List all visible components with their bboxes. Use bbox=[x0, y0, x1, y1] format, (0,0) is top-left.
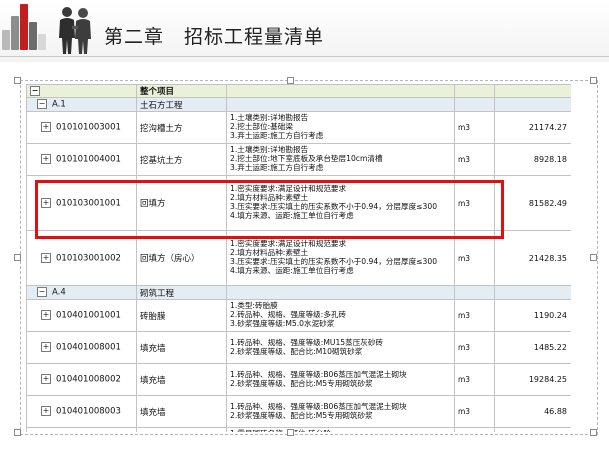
section-code: A.1 bbox=[52, 99, 66, 110]
expand-icon[interactable]: + bbox=[41, 374, 51, 385]
item-code: 010401008001 bbox=[56, 342, 121, 353]
item-description: 1.砖品种、规格、强度等级:B06蒸压加气混泥土砌块 2.砂浆强度等级、配合比:M… bbox=[226, 395, 455, 428]
item-name: 填充墙 bbox=[136, 395, 227, 428]
item-quantity: 46.88 bbox=[494, 395, 571, 428]
item-unit: m3 bbox=[454, 427, 495, 432]
item-description: 1.类型:砖胎膜 2.砖品种、规格、强度等级:多孔砖 3.砂浆强度等级:M5.0水泥… bbox=[226, 299, 455, 332]
collapse-icon[interactable]: − bbox=[37, 287, 47, 298]
description-line: 1.零星砌砖名称、部位:砖台阶 bbox=[230, 429, 451, 432]
quantities-table: − 整个项目 − A.1 土石方工程 +010101003001 挖沟槽土方 1.土壤类别… bbox=[26, 84, 571, 432]
description-line: 3.砂浆强度等级:M5.0水泥砂浆 bbox=[230, 318, 335, 328]
item-description: 1.土壤类别:详地勘报告 2.挖土部位:基础梁 3.弃土运距:施工方自行考虑 bbox=[226, 111, 455, 144]
section-row[interactable]: − A.1 土石方工程 bbox=[26, 97, 571, 112]
item-unit: m3 bbox=[454, 331, 495, 364]
resize-handle[interactable] bbox=[287, 429, 294, 436]
description-line: 3.弃土运距:施工方自行考虑 bbox=[230, 130, 324, 140]
item-quantity: 18.7 bbox=[494, 427, 571, 432]
item-quantity: 1485.22 bbox=[494, 331, 571, 364]
item-unit: m3 bbox=[454, 395, 495, 428]
bar-graphic-segment bbox=[11, 16, 19, 50]
item-description: 1.零星砌砖名称、部位:砖台阶2.砖品种、规格、强度等级:蒸压灰砂砖3.砂浆强度… bbox=[226, 427, 455, 432]
table-header-row: − 整个项目 bbox=[26, 84, 571, 98]
item-name: 挖基坑土方 bbox=[136, 143, 227, 176]
resize-handle[interactable] bbox=[287, 77, 294, 84]
item-name: 填充墙 bbox=[136, 363, 227, 396]
item-code: 010103001002 bbox=[56, 253, 121, 264]
section-row[interactable]: − A.4 砌筑工程 bbox=[26, 285, 571, 300]
item-quantity: 21428.35 bbox=[494, 230, 571, 286]
table-row[interactable]: +010101003001 挖沟槽土方 1.土壤类别:详地勘报告 2.挖土部位:基础梁… bbox=[26, 111, 571, 144]
item-quantity: 1190.24 bbox=[494, 299, 571, 332]
item-name: 零星砌砖 bbox=[136, 427, 227, 432]
section-code: A.4 bbox=[52, 287, 66, 298]
resize-handle[interactable] bbox=[14, 429, 21, 436]
item-description: 1.砖品种、规格、强度等级:B06蒸压加气混泥土砌块 2.砂浆强度等级、配合比:M… bbox=[226, 363, 455, 396]
description-line: 3.弃土运距:施工方自行考虑 bbox=[230, 162, 324, 172]
item-description: 1.砖品种、规格、强度等级:MU15蒸压灰砂砖 2.砂浆强度等级、配合比:M10砌… bbox=[226, 331, 455, 364]
businessmen-icon bbox=[59, 7, 91, 54]
table-row[interactable]: +010401001001 砖胎膜 1.类型:砖胎膜 2.砖品种、规格、强度等级:多孔… bbox=[26, 299, 571, 332]
top-label: 整个项目 bbox=[136, 84, 227, 98]
expand-icon[interactable]: + bbox=[41, 154, 51, 165]
item-quantity: 81582.49 bbox=[494, 175, 571, 231]
description-line: 4.填方来源、运距:施工单位自行考虑 bbox=[230, 265, 354, 275]
item-unit: m3 bbox=[454, 363, 495, 396]
description-line: 2.砂浆强度等级、配合比:M5专用砌筑砂浆 bbox=[230, 378, 373, 388]
resize-handle[interactable] bbox=[14, 254, 21, 261]
bar-graphic-segment bbox=[20, 4, 28, 50]
header-divider bbox=[0, 56, 609, 57]
collapse-icon[interactable]: − bbox=[37, 99, 47, 110]
collapse-icon[interactable]: − bbox=[30, 85, 40, 96]
highlight-box bbox=[35, 180, 504, 239]
item-code: 010401001001 bbox=[56, 310, 121, 321]
resize-handle[interactable] bbox=[590, 254, 597, 261]
item-name: 挖沟槽土方 bbox=[136, 111, 227, 144]
expand-icon[interactable]: + bbox=[41, 342, 51, 353]
slide-header: 第二章 招标工程量清单 bbox=[0, 0, 609, 62]
expand-icon[interactable]: + bbox=[41, 310, 51, 321]
resize-handle[interactable] bbox=[14, 77, 21, 84]
item-unit: m3 bbox=[454, 299, 495, 332]
table-row[interactable]: +010401008002 填充墙 1.砖品种、规格、强度等级:B06蒸压加气混泥土… bbox=[26, 363, 571, 396]
item-code: 010101003001 bbox=[56, 122, 121, 133]
table-row[interactable]: +010101004001 挖基坑土方 1.土壤类别:详地勘报告 2.挖土部位:地下室… bbox=[26, 143, 571, 176]
bar-graphic-segment bbox=[2, 30, 10, 50]
expand-icon[interactable]: + bbox=[41, 122, 51, 133]
bill-of-quantities-grid: − 整个项目 − A.1 土石方工程 +010101003001 挖沟槽土方 1.土壤类别… bbox=[26, 84, 571, 432]
section-name: 砌筑工程 bbox=[136, 285, 227, 300]
item-unit: m3 bbox=[454, 111, 495, 144]
item-name: 砖胎膜 bbox=[136, 299, 227, 332]
description-line: 2.砂浆强度等级、配合比:M5专用砌筑砂浆 bbox=[230, 410, 373, 420]
item-quantity: 19284.25 bbox=[494, 363, 571, 396]
item-name: 填充墙 bbox=[136, 331, 227, 364]
item-quantity: 8928.18 bbox=[494, 143, 571, 176]
item-description: 1.土壤类别:详地勘报告 2.挖土部位:地下室底板及承台垫层10cm清槽 3.弃土运… bbox=[226, 143, 455, 176]
item-quantity: 21174.27 bbox=[494, 111, 571, 144]
description-line: 2.砂浆强度等级、配合比:M10砌筑砂浆 bbox=[230, 346, 363, 356]
table-row[interactable]: +010401008001 填充墙 1.砖品种、规格、强度等级:MU15蒸压灰砂砖 2… bbox=[26, 331, 571, 364]
item-code: 010101004001 bbox=[56, 154, 121, 165]
item-code: 010401008002 bbox=[56, 374, 121, 385]
resize-handle[interactable] bbox=[590, 429, 597, 436]
expand-icon[interactable]: + bbox=[41, 252, 51, 263]
item-code: 010401008003 bbox=[56, 406, 121, 417]
expand-icon[interactable]: + bbox=[41, 406, 51, 417]
table-row[interactable]: +010401008003 填充墙 1.砖品种、规格、强度等级:B06蒸压加气混泥土… bbox=[26, 395, 571, 428]
bar-graphic-segment bbox=[29, 22, 37, 50]
resize-handle[interactable] bbox=[590, 77, 597, 84]
bar-graphic-segment bbox=[38, 34, 46, 50]
chapter-title: 第二章 招标工程量清单 bbox=[104, 26, 325, 48]
collapse-all-cell[interactable]: − bbox=[26, 84, 137, 98]
table-row[interactable]: +010401012001零星砌砖1.零星砌砖名称、部位:砖台阶2.砖品种、规格… bbox=[26, 427, 571, 432]
section-name: 土石方工程 bbox=[136, 97, 227, 112]
item-unit: m3 bbox=[454, 143, 495, 176]
bar-graphic bbox=[2, 2, 48, 50]
